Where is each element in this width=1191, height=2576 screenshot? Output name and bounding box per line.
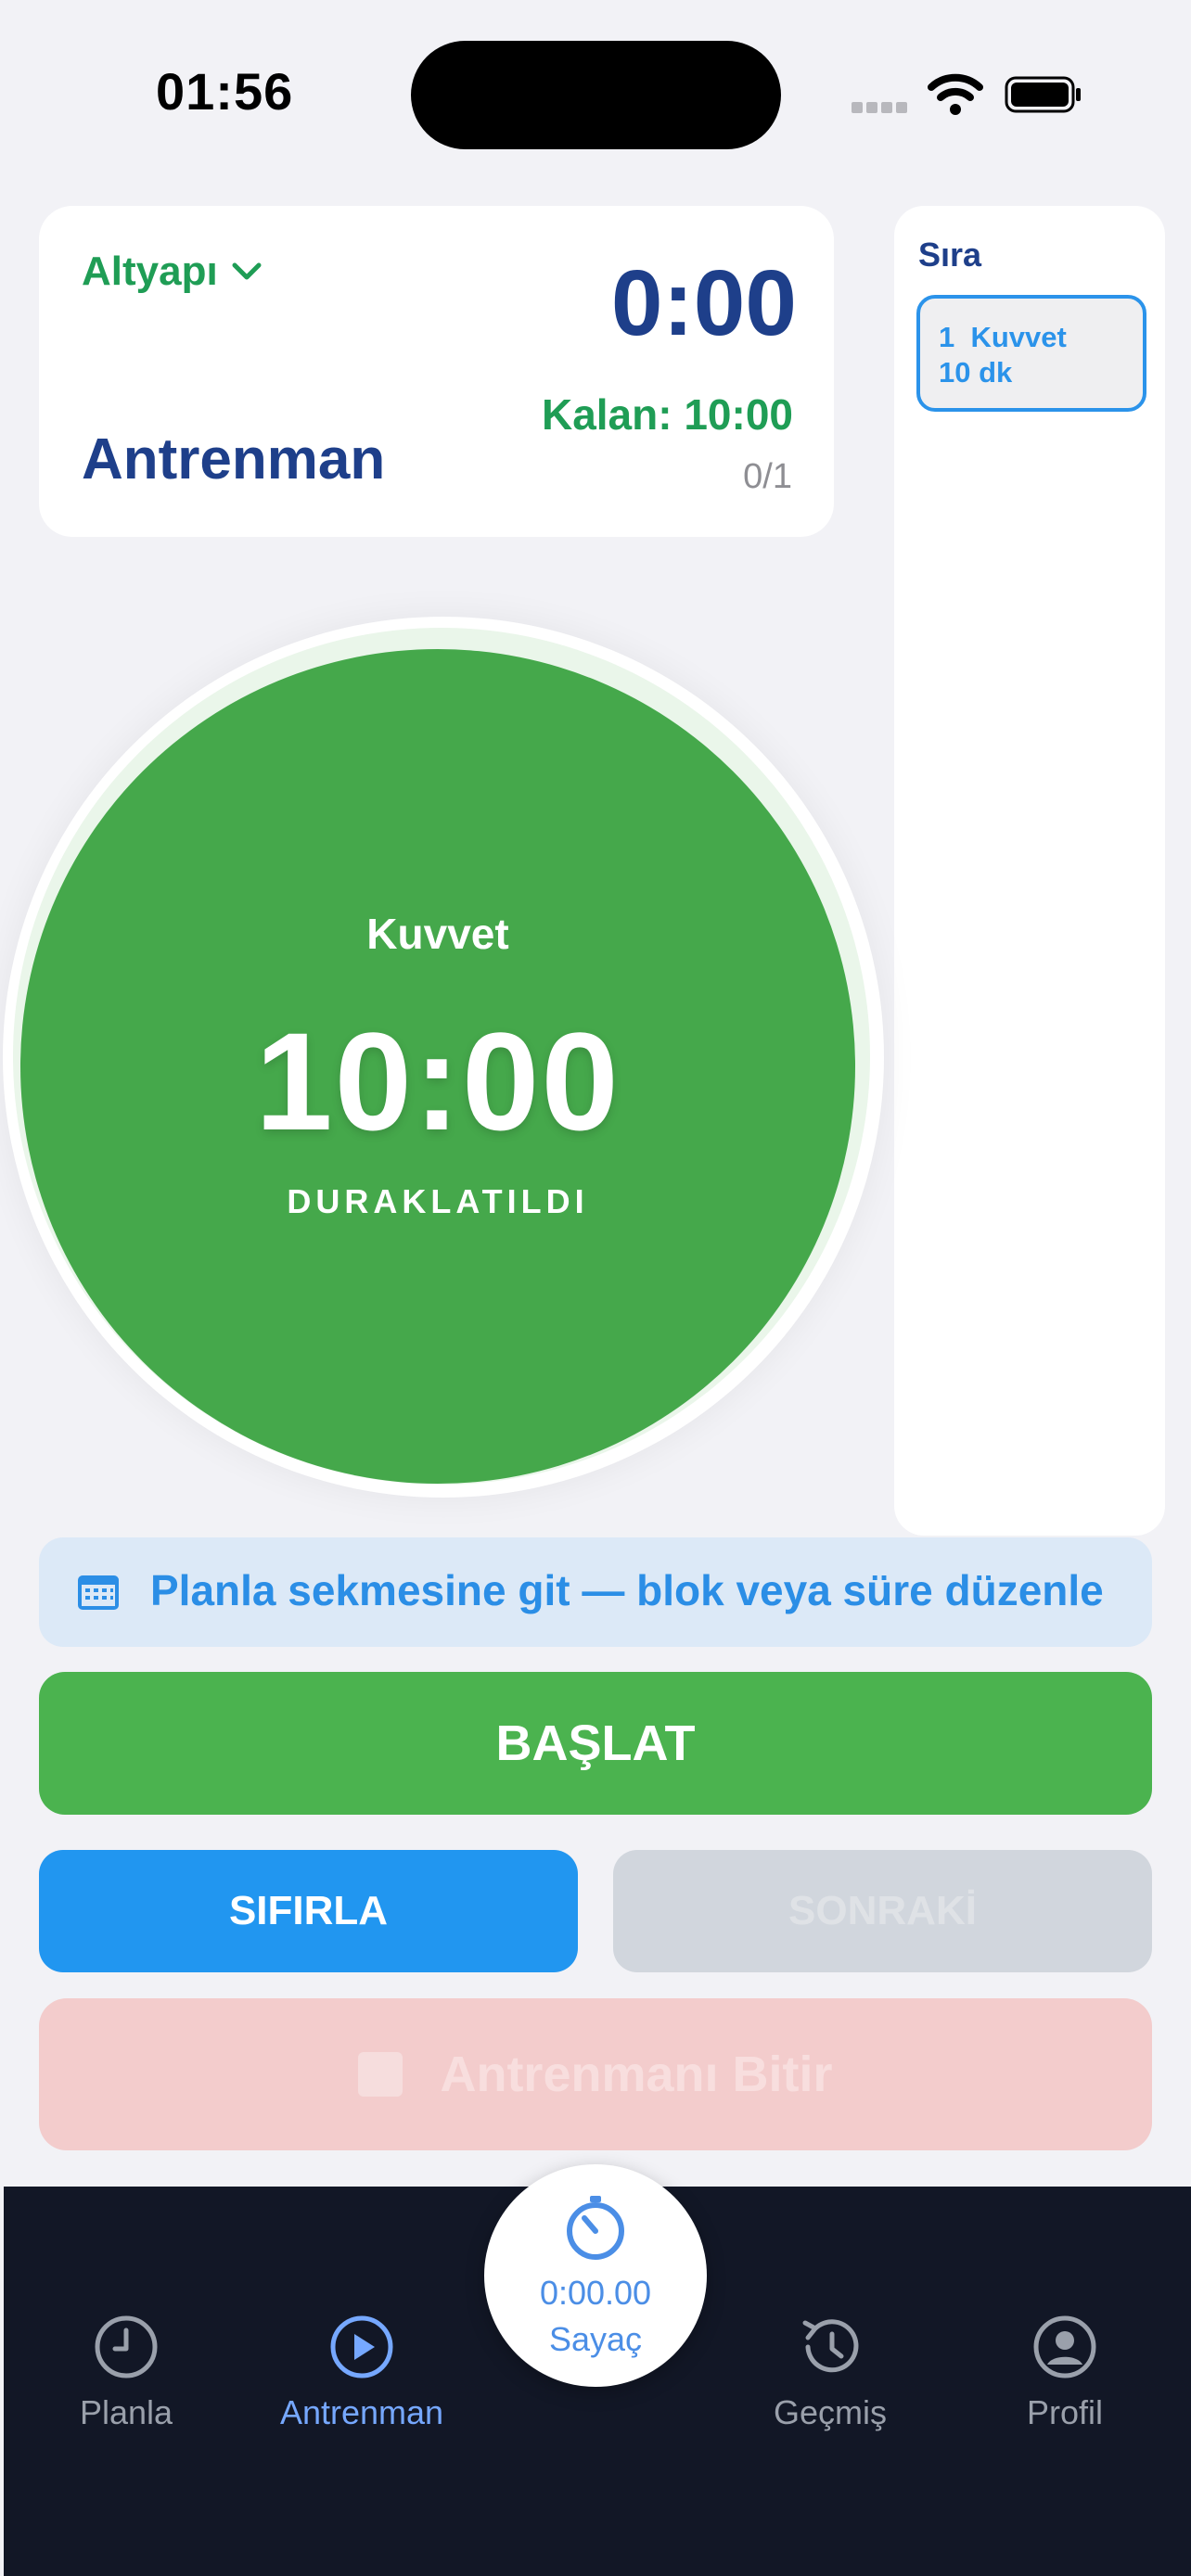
battery-icon xyxy=(1005,76,1081,113)
workout-title: Antrenman xyxy=(82,427,386,491)
chevron-down-icon xyxy=(232,262,262,280)
queue-item-name: Kuvvet xyxy=(970,321,1067,353)
finish-workout-label: Antrenmanı Bitir xyxy=(440,2047,833,2102)
tab-train-label: Antrenman xyxy=(279,2393,444,2431)
tab-plan-label: Planla xyxy=(79,2393,173,2431)
clock-icon xyxy=(95,2315,158,2378)
mode-dropdown[interactable]: Altyapı xyxy=(82,249,263,295)
tab-train[interactable]: Antrenman xyxy=(269,2314,455,2432)
tab-history[interactable]: Geçmiş xyxy=(737,2314,923,2432)
next-button[interactable]: SONRAKİ xyxy=(613,1850,1152,1972)
cellular-signal-icon xyxy=(852,101,911,118)
tab-profile-label: Profil xyxy=(1026,2393,1104,2431)
calendar-icon xyxy=(78,1575,119,1610)
block-progress: 0/1 xyxy=(743,457,792,496)
countdown-display: 10:00 xyxy=(255,1003,621,1159)
status-time: 01:56 xyxy=(156,62,294,121)
reset-button[interactable]: SIFIRLA xyxy=(39,1850,578,1972)
queue-item[interactable]: 1 Kuvvet 10 dk xyxy=(916,295,1146,412)
finish-workout-button[interactable]: Antrenmanı Bitir xyxy=(39,1998,1152,2150)
stopwatch-icon xyxy=(567,2196,624,2260)
queue-item-index: 1 xyxy=(939,321,955,353)
stopwatch-time: 0:00.00 xyxy=(539,2274,652,2312)
mode-label: Altyapı xyxy=(82,249,218,294)
tab-history-label: Geçmiş xyxy=(773,2393,887,2431)
remaining-time: Kalan: 10:00 xyxy=(542,389,793,440)
queue-title: Sıra xyxy=(918,236,982,274)
plan-link-text: Planla sekmesine git — blok veya süre dü… xyxy=(150,1566,1104,1614)
timer-state-label: DURAKLATILDI xyxy=(287,1182,589,1220)
stop-icon xyxy=(358,2052,403,2097)
history-icon xyxy=(802,2319,859,2373)
tab-profile[interactable]: Profil xyxy=(972,2314,1158,2432)
stopwatch-label: Sayaç xyxy=(548,2320,643,2358)
dynamic-island xyxy=(411,41,781,149)
current-block-name: Kuvvet xyxy=(366,910,509,958)
queue-item-heading: 1 Kuvvet xyxy=(939,321,1067,354)
remaining-label: Kalan: xyxy=(541,390,672,439)
elapsed-time: 0:00 xyxy=(610,251,797,355)
wifi-icon xyxy=(928,73,983,115)
start-button[interactable]: BAŞLAT xyxy=(39,1672,1152,1815)
play-circle-icon xyxy=(330,2315,393,2378)
profile-icon xyxy=(1033,2315,1096,2378)
remaining-value: 10:00 xyxy=(684,390,793,439)
tab-plan[interactable]: Planla xyxy=(33,2314,219,2432)
queue-item-duration: 10 dk xyxy=(939,356,1013,389)
